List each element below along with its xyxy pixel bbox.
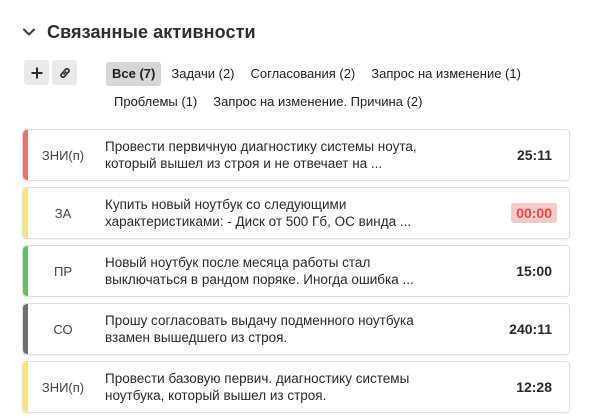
status-stripe bbox=[23, 130, 28, 180]
activity-time: 15:00 bbox=[516, 263, 552, 279]
activity-list: ЗНИ(п) Провести первичную диагностику сис… bbox=[22, 129, 570, 419]
activity-time-cell: 00:00 bbox=[487, 203, 569, 223]
activity-toolbar bbox=[24, 60, 80, 85]
activity-type-code: СО bbox=[53, 321, 73, 337]
filter-chip[interactable]: Задачи (2) bbox=[165, 62, 240, 86]
status-stripe bbox=[23, 188, 28, 238]
activity-card[interactable]: ЗНИ(п) Провести первичную диагностику сис… bbox=[22, 129, 570, 181]
filter-chip[interactable]: Все (7) bbox=[106, 61, 162, 86]
activity-time-cell: 240:11 bbox=[487, 319, 569, 339]
plus-icon bbox=[31, 67, 42, 78]
filter-chip[interactable]: Запрос на изменение (1) bbox=[365, 62, 527, 86]
filter-chip[interactable]: Согласования (2) bbox=[245, 62, 362, 86]
activity-description: Провести первичную диагностику системы н… bbox=[105, 139, 417, 171]
activity-card[interactable]: ЗНИ(п) Провести базовую первич. диагности… bbox=[22, 361, 570, 413]
chevron-down-icon[interactable] bbox=[22, 25, 36, 39]
add-activity-button[interactable] bbox=[24, 60, 49, 85]
activity-time-cell: 15:00 bbox=[487, 261, 569, 281]
activity-description: Прошу согласовать выдачу подменного ноут… bbox=[105, 313, 414, 345]
status-stripe bbox=[23, 246, 28, 296]
activity-type-code: ЗНИ(п) bbox=[41, 147, 85, 163]
activity-time-cell: 25:11 bbox=[487, 145, 569, 165]
filter-chip[interactable]: Запрос на изменение. Причина (2) bbox=[207, 90, 428, 114]
link-activity-button[interactable] bbox=[52, 60, 77, 85]
activity-time: 240:11 bbox=[509, 321, 552, 337]
filter-bar: Все (7) Задачи (2) Согласования (2) Запрос … bbox=[106, 61, 586, 117]
status-stripe bbox=[23, 304, 28, 354]
activity-card[interactable]: ПР Новый ноутбук после месяца работы стал… bbox=[22, 245, 570, 297]
activity-type-code: ЗНИ(п) bbox=[41, 379, 85, 395]
activity-time: 12:28 bbox=[516, 379, 552, 395]
activity-card[interactable]: СО Прошу согласовать выдачу подменного но… bbox=[22, 303, 570, 355]
activity-time: 00:00 bbox=[511, 203, 557, 223]
activity-card[interactable]: ЗА Купить новый ноутбук со следующими хар… bbox=[22, 187, 570, 239]
link-icon bbox=[59, 67, 70, 78]
activity-description: Провести базовую первич. диагностику сис… bbox=[105, 371, 410, 403]
filter-chip[interactable]: Проблемы (1) bbox=[108, 90, 203, 114]
activity-time-cell: 12:28 bbox=[487, 377, 569, 397]
section-title: Связанные активности bbox=[47, 21, 256, 42]
activity-type-code: ПР bbox=[53, 263, 72, 279]
activity-description: Новый ноутбук после месяца работы стал в… bbox=[105, 255, 414, 287]
activity-type-code: ЗА bbox=[54, 205, 72, 221]
status-stripe bbox=[23, 362, 28, 412]
activity-description: Купить новый ноутбук со следующими харак… bbox=[105, 197, 412, 229]
filter-row: Проблемы (1) Запрос на изменение. Причина… bbox=[106, 89, 586, 114]
filter-row: Все (7) Задачи (2) Согласования (2) Запрос … bbox=[106, 61, 586, 86]
activity-time: 25:11 bbox=[516, 147, 552, 163]
section-header[interactable]: Связанные активности bbox=[22, 20, 256, 44]
